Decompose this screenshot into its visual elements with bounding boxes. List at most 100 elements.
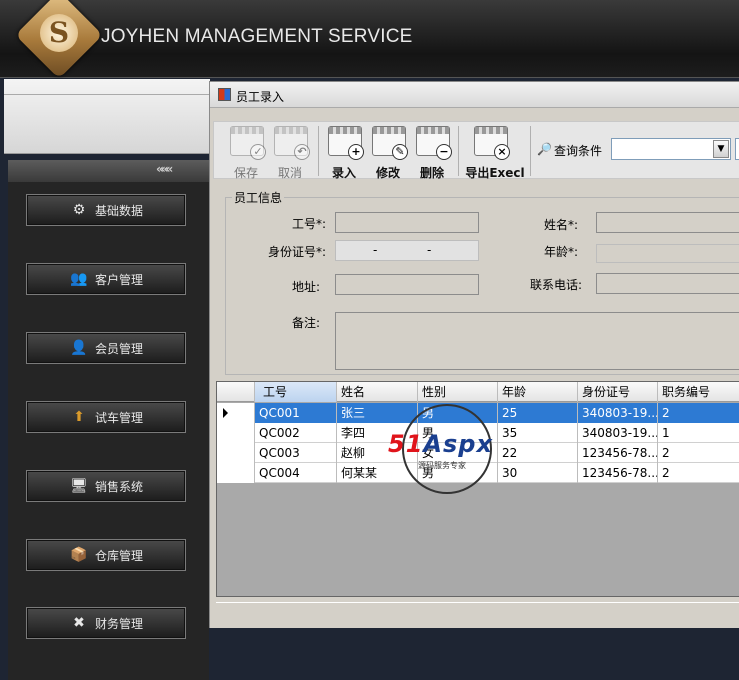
row-header[interactable] <box>217 443 255 463</box>
cell-idcard[interactable]: 123456-78... <box>578 463 658 483</box>
nav-warehouse[interactable]: 📦 仓库管理 <box>26 539 186 571</box>
query-value-input[interactable] <box>735 138 739 160</box>
idcard-sep-1: - <box>373 243 378 257</box>
emp-id-field[interactable] <box>335 212 479 233</box>
column-header[interactable]: 身份证号 <box>578 382 658 402</box>
close-circle-icon: × <box>494 144 510 160</box>
cell-position[interactable]: 2 <box>658 463 739 483</box>
cell-gender[interactable]: 男 <box>418 403 498 423</box>
idcard-field[interactable]: - - <box>335 240 479 261</box>
emp-id-label: 工号*: <box>291 217 326 231</box>
background-area <box>209 628 739 680</box>
delete-icon: − <box>436 144 452 160</box>
export-excel-button[interactable]: × 导出Execl <box>464 124 526 180</box>
warehouse-icon: 📦 <box>70 547 88 563</box>
cell-age[interactable]: 35 <box>498 423 578 443</box>
query-condition-select[interactable]: ▼ <box>611 138 731 160</box>
edit-button[interactable]: ✎ 修改 <box>366 124 410 180</box>
nav-label: 试车管理 <box>94 410 143 425</box>
grid-header: 工号 姓名 性别 年龄 身份证号 职务编号 <box>217 382 739 402</box>
cell-age[interactable]: 22 <box>498 443 578 463</box>
collapse-sidebar-icon[interactable]: ««« <box>156 162 194 176</box>
employee-entry-window: 员工录入 ✓ 保存 ↶ 取消 + 录入 ✎ 修改 − 删除 × 导出Execl … <box>209 81 739 628</box>
cancel-button[interactable]: ↶ 取消 <box>268 124 312 180</box>
gear-icon: ⚙ <box>72 202 86 218</box>
cell-position[interactable]: 1 <box>658 423 739 443</box>
column-header[interactable]: 年龄 <box>498 382 578 402</box>
cell-name[interactable]: 李四 <box>337 423 418 443</box>
toolbar: ✓ 保存 ↶ 取消 + 录入 ✎ 修改 − 删除 × 导出Execl 🔎 查询条… <box>213 121 739 180</box>
row-header[interactable] <box>217 403 255 423</box>
cell-age[interactable]: 30 <box>498 463 578 483</box>
grid-corner <box>217 382 255 402</box>
table-row[interactable]: QC003 赵柳 女 22 123456-78... 2 <box>217 443 739 463</box>
undo-icon: ↶ <box>294 144 310 160</box>
delete-button[interactable]: − 删除 <box>410 124 454 180</box>
table-row[interactable]: QC002 李四 男 35 340803-19... 1 <box>217 423 739 443</box>
row-header[interactable] <box>217 463 255 483</box>
group-legend: 员工信息 <box>232 189 285 206</box>
nav-label: 仓库管理 <box>94 548 143 563</box>
app-header: S JOYHEN MANAGEMENT SERVICE <box>0 0 739 79</box>
name-field[interactable] <box>596 212 739 233</box>
nav-customer[interactable]: 👥 客户管理 <box>26 263 186 295</box>
add-button[interactable]: + 录入 <box>322 124 366 180</box>
age-field[interactable] <box>596 244 739 263</box>
monitor-icon: 🖥 <box>70 478 88 494</box>
window-title: 员工录入 <box>236 90 285 104</box>
cell-name[interactable]: 何某某 <box>337 463 418 483</box>
cell-idcard[interactable]: 340803-19... <box>578 403 658 423</box>
table-row[interactable]: QC001 张三 男 25 340803-19... 2 <box>217 403 739 423</box>
check-icon: ✓ <box>250 144 266 160</box>
pencil-icon: ✎ <box>392 144 408 160</box>
cell-name[interactable]: 赵柳 <box>337 443 418 463</box>
left-top-panel <box>4 79 210 154</box>
cell-name[interactable]: 张三 <box>337 403 418 423</box>
cell-emp-id[interactable]: QC003 <box>255 443 337 463</box>
nav-finance[interactable]: ✖ 财务管理 <box>26 607 186 639</box>
cell-gender[interactable]: 男 <box>418 463 498 483</box>
nav-test-drive[interactable]: ⬆ 试车管理 <box>26 401 186 433</box>
column-header[interactable]: 姓名 <box>337 382 418 402</box>
cell-gender[interactable]: 女 <box>418 443 498 463</box>
column-header[interactable]: 职务编号 <box>658 382 739 402</box>
column-header[interactable]: 工号 <box>255 382 337 402</box>
nav-label: 会员管理 <box>94 341 143 356</box>
nav-basic-data[interactable]: ⚙ 基础数据 <box>26 194 186 226</box>
phone-field[interactable] <box>596 273 739 294</box>
table-row[interactable]: QC004 何某某 男 30 123456-78... 2 <box>217 463 739 483</box>
nav-sales[interactable]: 🖥 销售系统 <box>26 470 186 502</box>
chevron-down-icon[interactable]: ▼ <box>713 140 729 158</box>
name-label: 姓名*: <box>543 218 578 232</box>
cell-idcard[interactable]: 123456-78... <box>578 443 658 463</box>
query-icon: 🔎 <box>537 142 552 156</box>
cell-position[interactable]: 2 <box>658 403 739 423</box>
cell-position[interactable]: 2 <box>658 443 739 463</box>
remark-field[interactable] <box>335 312 739 370</box>
current-row-marker-icon <box>223 408 228 418</box>
age-label: 年龄*: <box>543 245 578 259</box>
query-label: 查询条件 <box>554 144 603 158</box>
row-header[interactable] <box>217 423 255 443</box>
person-icon: 👤 <box>70 340 88 356</box>
nav-member[interactable]: 👤 会员管理 <box>26 332 186 364</box>
phone-label: 联系电话: <box>529 278 582 292</box>
cell-idcard[interactable]: 340803-19... <box>578 423 658 443</box>
users-icon: 👥 <box>70 271 88 287</box>
cell-emp-id[interactable]: QC004 <box>255 463 337 483</box>
finance-icon: ✖ <box>73 615 85 631</box>
address-label: 地址: <box>291 280 320 294</box>
status-bar <box>216 602 739 622</box>
nav-label: 客户管理 <box>94 272 143 287</box>
brand-title: JOYHEN MANAGEMENT SERVICE <box>101 26 413 47</box>
save-button[interactable]: ✓ 保存 <box>224 124 268 180</box>
nav-label: 财务管理 <box>94 616 143 631</box>
cell-emp-id[interactable]: QC001 <box>255 403 337 423</box>
plus-icon: + <box>348 144 364 160</box>
car-icon: ⬆ <box>73 409 85 425</box>
cell-gender[interactable]: 男 <box>418 423 498 443</box>
address-field[interactable] <box>335 274 479 295</box>
column-header[interactable]: 性别 <box>418 382 498 402</box>
cell-age[interactable]: 25 <box>498 403 578 423</box>
cell-emp-id[interactable]: QC002 <box>255 423 337 443</box>
